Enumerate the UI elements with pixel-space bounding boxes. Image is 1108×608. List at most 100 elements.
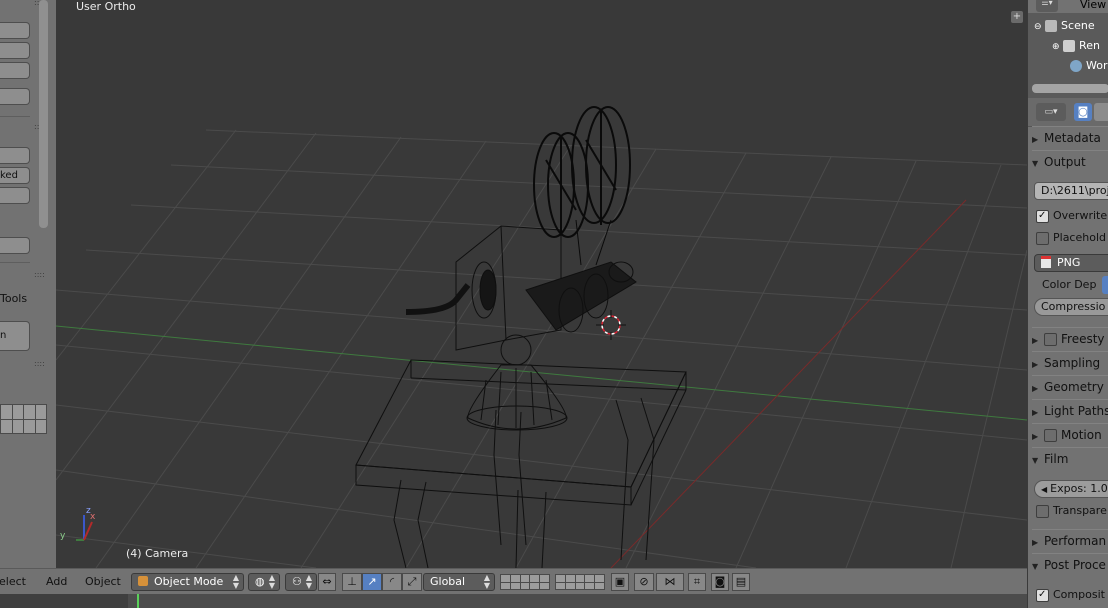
tool-button[interactable]: n <box>0 321 30 351</box>
tool-button-ked[interactable]: ked <box>0 167 30 184</box>
translate-icon[interactable]: ↗ <box>362 573 382 591</box>
panel-title: Light Paths <box>1044 404 1108 418</box>
clapper-icon[interactable]: ▤ <box>732 573 750 591</box>
scale-icon[interactable]: ⤢ <box>402 573 422 591</box>
checkbox-icon[interactable] <box>1044 429 1057 442</box>
outliner: ☰▾ View ⊖ Scene ⊕ Ren Wor <box>1027 0 1108 98</box>
file-format-label: PNG <box>1057 256 1081 269</box>
grip-icon[interactable]: :::: <box>34 271 46 279</box>
exposure-slider[interactable]: ◀Expos: 1.00 <box>1034 480 1108 498</box>
add-region-icon[interactable]: + <box>1011 11 1023 23</box>
outliner-row-label: Wor <box>1086 59 1108 72</box>
render-layers-tab-icon[interactable] <box>1094 103 1108 121</box>
render-tab-icon[interactable]: ◙ <box>1074 103 1092 121</box>
panel-metadata[interactable]: ▶ Metadata <box>1032 126 1108 149</box>
checkbox-icon <box>1036 231 1049 245</box>
checkbox-icon[interactable] <box>1044 333 1057 346</box>
manipulator-icon[interactable]: ⊥ <box>342 573 362 591</box>
snap-icon[interactable]: ⋈ <box>656 573 684 591</box>
checkbox-label: Overwrite <box>1053 209 1108 222</box>
pivot-dropdown[interactable]: ⚇ ▲ ▼ <box>285 573 317 591</box>
divider <box>0 116 30 117</box>
tool-button[interactable] <box>0 42 30 59</box>
panel-output[interactable]: ▼ Output <box>1032 150 1108 173</box>
editor-type-icon[interactable]: ▭▾ <box>1036 103 1066 121</box>
3d-viewport[interactable]: User Ortho (4) Camera z y x + <box>56 0 1027 568</box>
orientation-dropdown[interactable]: Global ▲ ▼ <box>423 573 495 591</box>
panel-title: Metadata <box>1044 131 1101 145</box>
x-axis-line <box>610 199 967 568</box>
exposure-value: Expos: 1.00 <box>1050 482 1108 495</box>
mode-dropdown[interactable]: Object Mode ▲ ▼ <box>131 573 244 591</box>
expand-icon[interactable]: ⊕ <box>1052 42 1060 52</box>
shelf-scrollbar[interactable] <box>39 0 48 228</box>
outliner-row-render[interactable]: ⊕ Ren <box>1028 36 1108 56</box>
gizmo-x-label: x <box>90 512 96 522</box>
compression-slider[interactable]: Compressio <box>1034 298 1108 316</box>
checkbox-label: Transpare <box>1053 504 1107 517</box>
current-frame-marker[interactable] <box>137 594 139 608</box>
color-depth-toggle[interactable] <box>1102 276 1108 294</box>
layers-icon[interactable] <box>555 574 605 590</box>
active-object-label: (4) Camera <box>126 547 189 560</box>
image-file-icon <box>1041 256 1051 268</box>
properties-editor: ▭▾ ◙ ▶ Metadata ▼ Output D:\2611\proje Ove… <box>1027 98 1108 608</box>
collapse-arrow-icon: ▼ <box>1032 159 1039 168</box>
snap-toggle-icon[interactable]: ⇔ <box>318 573 336 591</box>
view-menu[interactable]: View <box>1080 0 1106 11</box>
tool-button[interactable] <box>0 187 30 204</box>
collapse-icon[interactable]: ⊖ <box>1034 22 1042 32</box>
menu-add[interactable]: Add <box>46 575 67 588</box>
proportional-edit-icon[interactable]: ⊘ <box>634 573 654 591</box>
tool-button[interactable] <box>0 62 30 79</box>
menu-object[interactable]: Object <box>85 575 121 588</box>
world-icon <box>1070 60 1082 72</box>
mode-dropdown-label: Object Mode <box>154 575 224 588</box>
grip-icon[interactable]: :::: <box>34 360 46 368</box>
rotate-icon[interactable]: ◜ <box>382 573 402 591</box>
panel-light-paths[interactable]: ▶ Light Paths <box>1032 399 1108 422</box>
panel-sampling[interactable]: ▶ Sampling <box>1032 351 1108 374</box>
display-mode-icon[interactable]: ☰▾ <box>1036 0 1058 12</box>
checkbox-label: Placehold <box>1053 231 1106 244</box>
panel-film[interactable]: ▼ Film <box>1032 447 1108 470</box>
viewport-scene <box>56 106 1027 568</box>
overwrite-checkbox[interactable]: Overwrite <box>1036 208 1107 224</box>
layers-icon[interactable] <box>500 574 550 590</box>
tool-button[interactable] <box>0 22 30 39</box>
expand-arrow-icon: ▶ <box>1032 408 1039 417</box>
shading-dropdown[interactable]: ◍ ▲ ▼ <box>248 573 280 591</box>
color-depth-label: Color Dep <box>1042 278 1097 291</box>
panel-post-processing[interactable]: ▼ Post Proce <box>1032 553 1108 576</box>
layer-grid[interactable] <box>0 404 47 434</box>
panel-freestyle[interactable]: ▶ Freesty <box>1032 327 1108 350</box>
gizmo-y-label: y <box>60 531 66 541</box>
outliner-row-world[interactable]: Wor <box>1028 56 1108 76</box>
collapse-arrow-icon: ▼ <box>1032 562 1039 571</box>
placeholders-checkbox[interactable]: Placehold <box>1036 230 1106 246</box>
compositing-checkbox[interactable]: Composit <box>1036 587 1105 603</box>
transparent-checkbox[interactable]: Transpare <box>1036 503 1107 519</box>
output-path-field[interactable]: D:\2611\proje <box>1034 182 1108 200</box>
outliner-scrollbar[interactable] <box>1032 84 1108 93</box>
outliner-row-scene[interactable]: ⊖ Scene <box>1028 16 1108 36</box>
tool-button[interactable] <box>0 88 30 105</box>
tool-button[interactable] <box>0 147 30 164</box>
panel-title: Film <box>1044 452 1069 466</box>
expand-arrow-icon: ▶ <box>1032 336 1039 345</box>
snap-target-icon[interactable]: ⌗ <box>688 573 706 591</box>
tool-button[interactable] <box>0 237 30 254</box>
timeline-strip[interactable] <box>0 594 1027 608</box>
panel-geometry[interactable]: ▶ Geometry <box>1032 375 1108 398</box>
slider-left-arrow-icon: ◀ <box>1041 485 1048 494</box>
panel-motion[interactable]: ▶ Motion <box>1032 423 1108 446</box>
expand-arrow-icon: ▶ <box>1032 360 1039 369</box>
lock-icon[interactable]: ▣ <box>611 573 629 591</box>
panel-performance[interactable]: ▶ Performan <box>1032 529 1108 552</box>
tools-tab-label[interactable]: Tools <box>0 292 27 305</box>
orientation-dropdown-label: Global <box>430 575 466 588</box>
expand-arrow-icon: ▶ <box>1032 538 1039 547</box>
menu-select[interactable]: elect <box>0 575 26 588</box>
file-format-dropdown[interactable]: PNG <box>1034 254 1108 272</box>
camera-render-icon[interactable]: ◙ <box>711 573 729 591</box>
